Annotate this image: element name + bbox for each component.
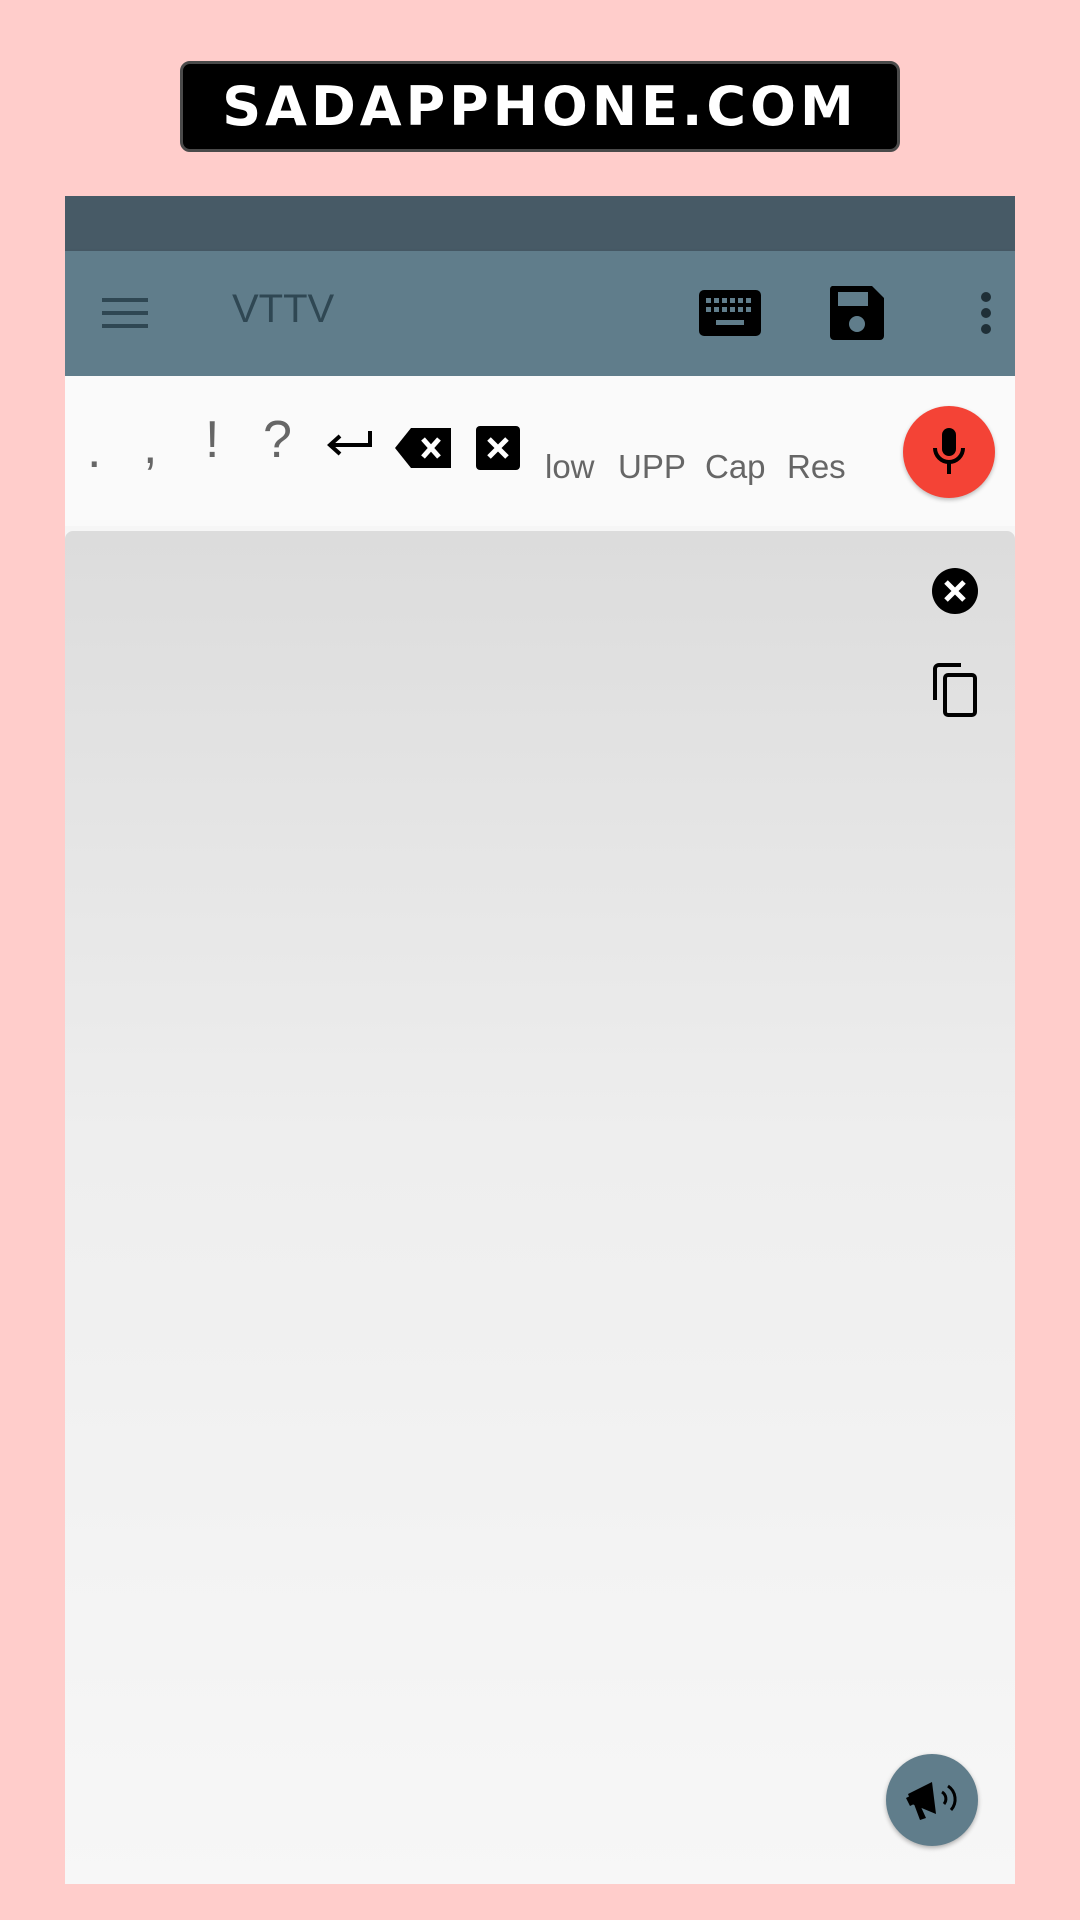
hamburger-menu-icon [102,298,148,328]
new-line-button[interactable] [325,426,375,460]
transcript-text-area[interactable] [65,531,1015,1884]
comma-button[interactable]: , [143,420,157,472]
period-button[interactable]: . [87,424,101,476]
exclamation-button[interactable]: ! [205,414,219,466]
question-button[interactable]: ? [263,414,292,466]
save-button[interactable] [825,281,889,345]
copy-icon [933,663,977,717]
status-bar [65,196,1015,251]
floppy-disk-icon [829,286,884,340]
backspace-icon [395,428,451,468]
watermark-banner: SADAPPHONE.COM [180,61,900,152]
app-toolbar: VTTV [65,251,1015,376]
clear-word-button[interactable] [476,426,520,470]
keyboard-icon [699,290,761,336]
copy-button[interactable] [930,661,980,719]
app-title: VTTV [232,287,335,331]
punctuation-bar: . , ! ? low UPP Cap Res [65,376,1015,526]
capitalize-button[interactable]: Cap [705,448,766,486]
reset-case-button[interactable]: Res [787,448,846,486]
watermark-text: SADAPPHONE.COM [222,75,858,138]
clear-text-button[interactable] [930,566,980,616]
more-vert-icon [981,292,991,334]
speak-button[interactable] [886,1754,978,1846]
enter-arrow-icon [327,431,372,456]
menu-button[interactable] [100,288,150,338]
megaphone-icon [906,1782,957,1820]
phone-screen: VTTV . , ! ? low UPP Cap Res [65,196,1015,1884]
microphone-icon [933,428,965,474]
keyboard-button[interactable] [695,283,765,343]
more-options-button[interactable] [971,281,1001,345]
uppercase-button[interactable]: UPP [618,448,686,486]
backspace-button[interactable] [395,428,453,468]
lowercase-button[interactable]: low [545,448,595,486]
microphone-button[interactable] [903,406,995,498]
close-circle-icon [932,568,978,614]
close-box-icon [476,426,520,470]
